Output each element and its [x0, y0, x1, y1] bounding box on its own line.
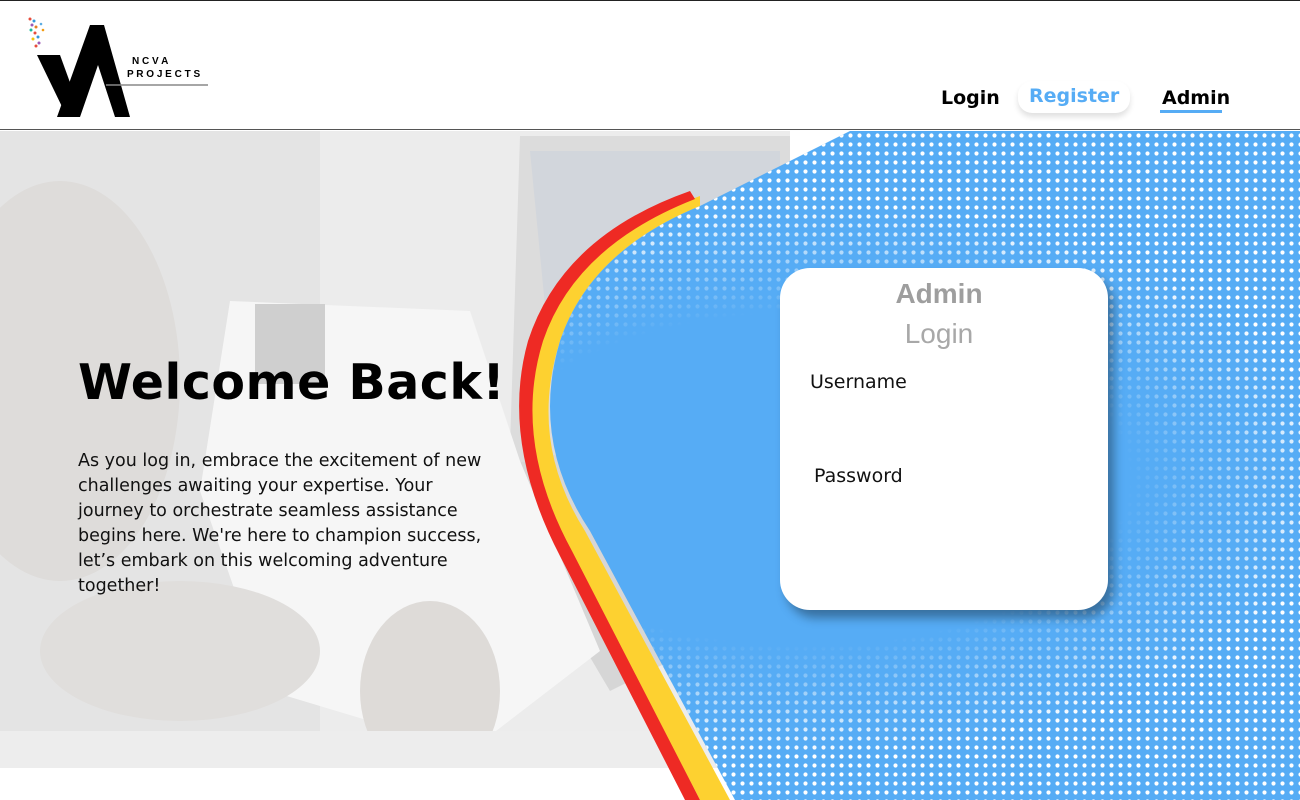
welcome-paragraph: As you log in, embrace the excitement of… [78, 451, 482, 596]
logo-text-line1: N C V A [132, 56, 168, 67]
admin-login-card: Admin Login Username Password [780, 268, 1108, 610]
hero-section: Welcome Back! As you log in, embrace the… [0, 131, 1300, 800]
card-title-login: Login [904, 318, 974, 349]
nav-active-underline [1160, 110, 1222, 113]
card-title-admin: Admin [895, 278, 983, 309]
nav-login-link[interactable]: Login [941, 87, 1000, 109]
password-label: Password [814, 465, 903, 487]
password-input[interactable] [810, 497, 1084, 529]
site-header: N C V A P R O J E C T S Login Register A… [0, 1, 1300, 130]
nav-register-button[interactable]: Register [1018, 81, 1131, 113]
logo-text-line2: P R O J E C T S [127, 69, 200, 80]
welcome-heading: Welcome Back! [78, 354, 506, 411]
nav-admin-link[interactable]: Admin [1162, 87, 1230, 109]
username-input[interactable] [810, 403, 1084, 435]
logo-dots-icon [28, 17, 45, 48]
username-label: Username [810, 371, 907, 393]
ncva-logo[interactable]: N C V A P R O J E C T S [20, 13, 215, 123]
